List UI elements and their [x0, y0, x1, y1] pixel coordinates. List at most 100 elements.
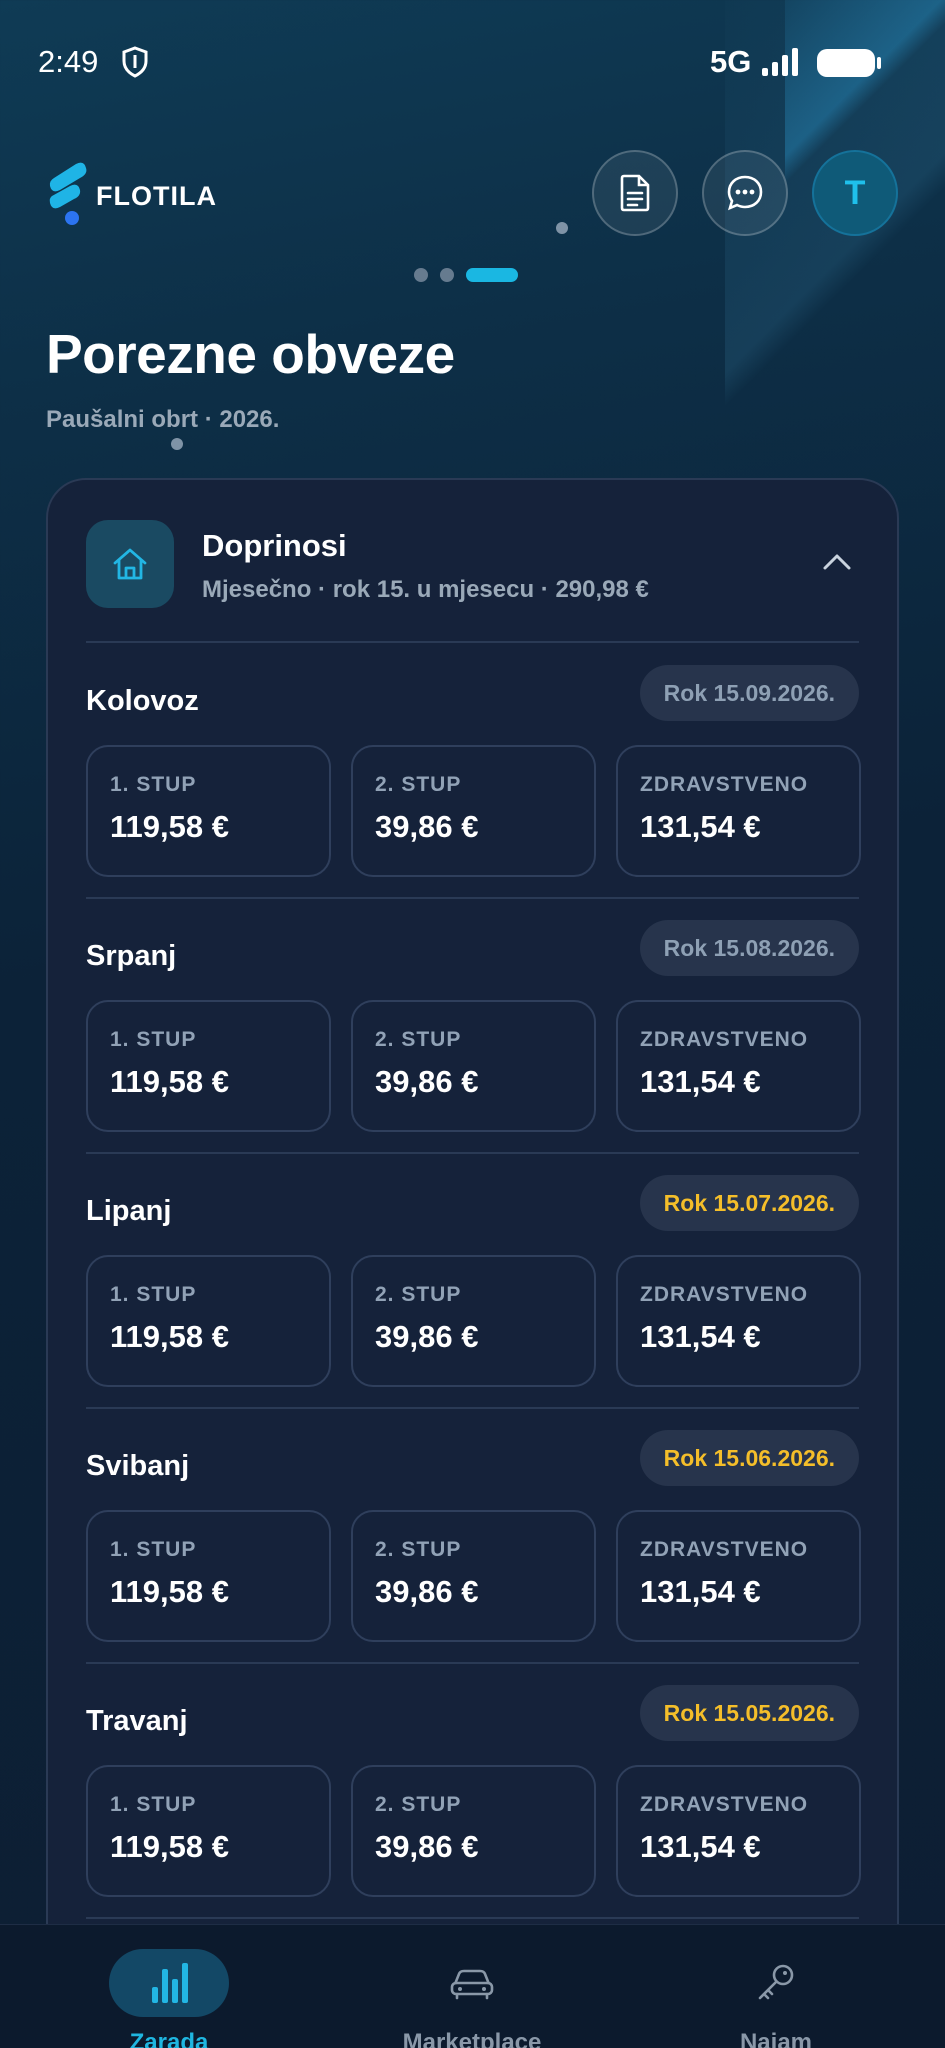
- deadline-badge: Rok 15.07.2026.: [639, 1175, 859, 1231]
- documents-button[interactable]: [592, 150, 678, 236]
- pager-dot[interactable]: [440, 268, 454, 282]
- amount-box: 1. STUP 119,58 €: [86, 1765, 331, 1897]
- nav-label: Najam: [739, 2029, 813, 2048]
- section-title: Doprinosi: [202, 528, 347, 563]
- contributions-card: Doprinosi Mjesečno · rok 15. u mjesecu ·…: [46, 478, 899, 2048]
- signal-icon: [762, 48, 798, 76]
- amount-box: ZDRAVSTVENO 131,54 €: [616, 1765, 861, 1897]
- month-row: Kolovoz Rok 15.09.2026. 1. STUP 119,58 € …: [86, 665, 861, 885]
- app-logo[interactable]: FLOTILA: [46, 160, 217, 226]
- amount-label: 1. STUP: [110, 1028, 197, 1051]
- logo-text: FLOTILA: [96, 180, 217, 211]
- amount-box: 2. STUP 39,86 €: [351, 1765, 596, 1897]
- nav-item-najam[interactable]: Najam: [656, 1949, 896, 2048]
- divider: [86, 641, 859, 643]
- amount-box: 2. STUP 39,86 €: [351, 745, 596, 877]
- amount-value: 39,86 €: [375, 1319, 479, 1354]
- status-bar: 2:49 5G: [0, 0, 945, 110]
- bottom-nav: Zarada Marketplace Najam: [0, 1924, 945, 2048]
- amount-label: 1. STUP: [110, 1793, 197, 1816]
- month-row: Travanj Rok 15.05.2026. 1. STUP 119,58 € …: [86, 1685, 861, 1905]
- network-type: 5G: [710, 44, 752, 79]
- amount-box: 1. STUP 119,58 €: [86, 1000, 331, 1132]
- amount-box: 1. STUP 119,58 €: [86, 1255, 331, 1387]
- amount-box: ZDRAVSTVENO 131,54 €: [616, 745, 861, 877]
- section-subtitle: Mjesečno · rok 15. u mjesecu · 290,98 €: [202, 576, 649, 603]
- amount-box: ZDRAVSTVENO 131,54 €: [616, 1000, 861, 1132]
- divider: [86, 1662, 859, 1664]
- nav-item-marketplace[interactable]: Marketplace: [352, 1949, 592, 2048]
- amount-value: 119,58 €: [110, 1574, 229, 1609]
- amount-value: 119,58 €: [110, 1064, 229, 1099]
- car-icon: [450, 1969, 494, 2000]
- amount-label: 1. STUP: [110, 773, 197, 796]
- shield-icon: [122, 46, 148, 78]
- amount-box: ZDRAVSTVENO 131,54 €: [616, 1510, 861, 1642]
- nav-pill: [412, 1949, 532, 2017]
- amount-label: ZDRAVSTVENO: [640, 1538, 809, 1561]
- month-name: Svibanj: [86, 1450, 190, 1482]
- month-name: Travanj: [86, 1705, 188, 1737]
- amount-label: ZDRAVSTVENO: [640, 1283, 809, 1306]
- divider: [86, 1407, 859, 1409]
- page-title: Porezne obveze: [46, 323, 455, 385]
- pager-dot-active[interactable]: [466, 268, 518, 282]
- month-name: Srpanj: [86, 940, 177, 972]
- deadline-badge: Rok 15.09.2026.: [639, 665, 859, 721]
- page-indicator: [414, 268, 518, 282]
- amount-label: 1. STUP: [110, 1538, 197, 1561]
- deadline-badge: Rok 15.08.2026.: [639, 920, 859, 976]
- amount-value: 131,54 €: [640, 1064, 761, 1099]
- amount-value: 131,54 €: [640, 1829, 761, 1864]
- month-name: Kolovoz: [86, 685, 199, 717]
- amount-label: 2. STUP: [375, 1283, 462, 1306]
- section-header[interactable]: Doprinosi Mjesečno · rok 15. u mjesecu ·…: [86, 520, 859, 608]
- document-icon: [620, 174, 650, 212]
- page-subtitle: Paušalni obrt · 2026.: [46, 406, 280, 433]
- key-icon: [758, 1964, 794, 2000]
- amount-box: ZDRAVSTVENO 131,54 €: [616, 1255, 861, 1387]
- month-row: Srpanj Rok 15.08.2026. 1. STUP 119,58 € 2…: [86, 920, 861, 1140]
- nav-pill: [109, 1949, 229, 2017]
- amount-value: 131,54 €: [640, 1319, 761, 1354]
- flotila-logo-icon: [49, 162, 87, 225]
- amount-label: 2. STUP: [375, 1793, 462, 1816]
- amount-value: 39,86 €: [375, 809, 479, 844]
- divider: [86, 1152, 859, 1154]
- amount-value: 119,58 €: [110, 1829, 229, 1864]
- decorative-dot: [171, 438, 183, 450]
- bar-chart-icon: [152, 1963, 188, 2003]
- amount-label: 2. STUP: [375, 773, 462, 796]
- amount-label: 2. STUP: [375, 1538, 462, 1561]
- divider: [86, 1917, 859, 1919]
- amount-box: 2. STUP 39,86 €: [351, 1000, 596, 1132]
- amount-value: 39,86 €: [375, 1829, 479, 1864]
- profile-avatar-button[interactable]: T: [812, 150, 898, 236]
- amount-box: 2. STUP 39,86 €: [351, 1255, 596, 1387]
- pager-dot[interactable]: [414, 268, 428, 282]
- amount-label: 2. STUP: [375, 1028, 462, 1051]
- deadline-badge: Rok 15.06.2026.: [639, 1430, 859, 1486]
- chevron-up-icon[interactable]: [819, 544, 855, 580]
- nav-label: Marketplace: [402, 2029, 542, 2048]
- amount-value: 119,58 €: [110, 809, 229, 844]
- amount-label: ZDRAVSTVENO: [640, 1793, 809, 1816]
- amount-box: 2. STUP 39,86 €: [351, 1510, 596, 1642]
- messages-button[interactable]: [702, 150, 788, 236]
- amount-value: 131,54 €: [640, 809, 761, 844]
- amount-value: 39,86 €: [375, 1064, 479, 1099]
- section-icon: [86, 520, 174, 608]
- decorative-dot: [556, 222, 568, 234]
- amount-value: 119,58 €: [110, 1319, 229, 1354]
- status-time: 2:49: [38, 44, 99, 79]
- nav-item-zarada[interactable]: Zarada: [49, 1949, 289, 2048]
- amount-label: ZDRAVSTVENO: [640, 1028, 809, 1051]
- amount-box: 1. STUP 119,58 €: [86, 1510, 331, 1642]
- deadline-badge: Rok 15.05.2026.: [639, 1685, 859, 1741]
- amount-label: ZDRAVSTVENO: [640, 773, 809, 796]
- chat-icon: [727, 175, 763, 211]
- nav-label: Zarada: [129, 2029, 209, 2048]
- month-row: Lipanj Rok 15.07.2026. 1. STUP 119,58 € 2…: [86, 1175, 861, 1395]
- amount-value: 131,54 €: [640, 1574, 761, 1609]
- battery-icon: [817, 49, 881, 77]
